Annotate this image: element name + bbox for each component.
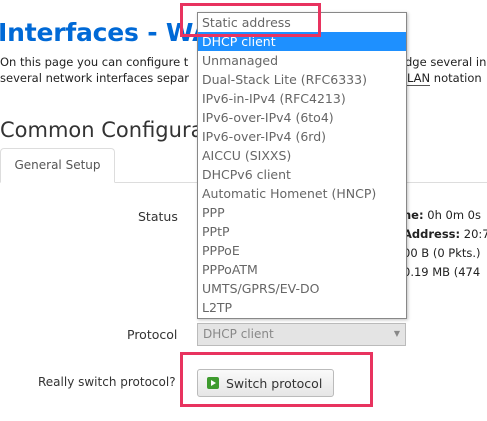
highlight-box-switch-button [180,352,373,407]
switch-protocol-question: Really switch protocol? [38,375,176,389]
status-mac-address: Address: 20:7 [403,227,487,241]
protocol-option[interactable]: PPPoE [198,241,406,260]
protocol-label: Protocol [127,327,178,342]
protocol-option[interactable]: DHCPv6 client [198,165,406,184]
protocol-option[interactable]: PPP [198,203,406,222]
status-uptime: ne: 0h 0m 0s [403,208,481,222]
protocol-option[interactable]: PPtP [198,222,406,241]
description-line-2-left: several network interfaces separ [0,71,190,85]
section-title: Common Configuratio [0,118,231,142]
protocol-option[interactable]: Automatic Homenet (HNCP) [198,184,406,203]
protocol-option[interactable]: Dual-Stack Lite (RFC6333) [198,70,406,89]
protocol-option[interactable]: IPv6-in-IPv4 (RFC4213) [198,89,406,108]
protocol-option[interactable]: IPv6-over-IPv4 (6rd) [198,127,406,146]
status-tx: 0.19 MB (474 [403,265,481,279]
protocol-option[interactable]: L2TP [198,298,406,317]
description-line-1-right: dge several in [405,55,487,69]
protocol-select-value: DHCP client [203,327,274,341]
lan-abbreviation[interactable]: LAN [407,71,431,86]
status-label: Status [138,209,178,224]
protocol-option[interactable]: AICCU (SIXXS) [198,146,406,165]
protocol-dropdown-list[interactable]: Static address DHCP client Unmanaged Dual-S… [197,12,407,319]
description-line-2-right: LAN notation [407,71,482,86]
chevron-down-icon: ▼ [393,329,400,338]
status-values: ne: 0h 0m 0s Address: 20:7 00 B (0 Pkts.… [403,206,487,282]
protocol-option[interactable]: IPv6-over-IPv4 (6to4) [198,108,406,127]
protocol-option[interactable]: Unmanaged [198,51,406,70]
highlight-box-dropdown-top [180,3,321,37]
protocol-select[interactable]: DHCP client ▼ [197,323,406,346]
protocol-option[interactable]: PPPoATM [198,260,406,279]
protocol-option[interactable]: UMTS/GPRS/EV-DO [198,279,406,298]
description-line-2-tail: notation [430,71,482,85]
tab-general-setup[interactable]: General Setup [0,148,115,183]
description-line-1-left: On this page you can configure t [0,55,189,69]
status-rx: 00 B (0 Pkts.) [403,246,481,260]
